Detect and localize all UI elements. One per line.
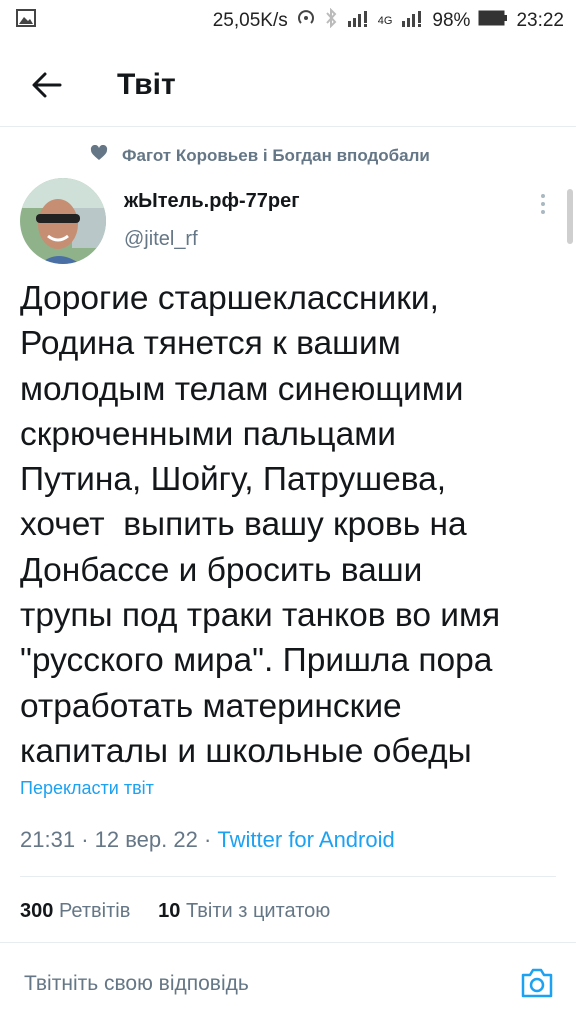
tweet-time: 21:31 — [20, 827, 76, 852]
separator: · — [81, 827, 95, 852]
network-type: 4G — [377, 15, 393, 27]
retweets-stat[interactable]: 300 Ретвітів — [20, 900, 130, 922]
heart-icon — [90, 144, 108, 166]
battery-level: 98% — [432, 10, 471, 31]
liked-by-context[interactable]: Фагот Коровьев і Богдан вподобали — [90, 144, 430, 166]
divider — [0, 126, 576, 127]
tweet-date: 12 вер. 22 — [94, 827, 198, 852]
image-notification-icon — [16, 9, 36, 33]
status-bar: 25,05K/s 4G 98% 23:22 — [0, 0, 576, 40]
avatar[interactable] — [20, 178, 106, 264]
retweets-count: 300 — [20, 900, 54, 922]
author-handle[interactable]: @jitel_rf — [124, 228, 198, 251]
reply-input[interactable]: Твітніть свою відповідь — [24, 972, 249, 996]
signal-icon-2 — [400, 9, 424, 33]
tweet-stats: 300 Ретвітів 10 Твіти з цитатою — [20, 900, 330, 923]
translate-tweet-link[interactable]: Перекласти твіт — [20, 778, 154, 799]
tweet-text: Дорогие старшеклассники, Родина тянется … — [20, 280, 501, 770]
signal-icon — [346, 9, 370, 33]
camera-icon[interactable] — [519, 965, 555, 1001]
divider — [20, 876, 556, 877]
more-vertical-icon[interactable] — [530, 190, 556, 220]
quotes-stat[interactable]: 10 Твіти з цитатою — [158, 900, 330, 922]
tweet-source[interactable]: Twitter for Android — [217, 827, 394, 852]
liked-by-text: Фагот Коровьев і Богдан вподобали — [122, 145, 430, 165]
tweet-meta: 21:31 · 12 вер. 22 · Twitter for Android — [20, 827, 395, 853]
clock: 23:22 — [516, 10, 564, 31]
network-speed: 25,05K/s — [212, 10, 288, 31]
quotes-count: 10 — [158, 900, 181, 922]
arrow-left-icon[interactable] — [30, 68, 64, 102]
scrollbar[interactable] — [567, 189, 573, 244]
bluetooth-icon — [324, 7, 338, 34]
battery-icon — [478, 10, 508, 32]
app-bar: Твіт — [0, 50, 576, 120]
quotes-label: Твіти з цитатою — [185, 900, 331, 922]
separator: · — [203, 827, 218, 852]
hotspot-icon — [296, 8, 316, 34]
author-name[interactable]: жЫтель.рф-77рег — [124, 190, 300, 213]
retweets-label: Ретвітів — [58, 900, 131, 922]
divider — [0, 942, 576, 943]
page-title: Твіт — [117, 68, 176, 101]
